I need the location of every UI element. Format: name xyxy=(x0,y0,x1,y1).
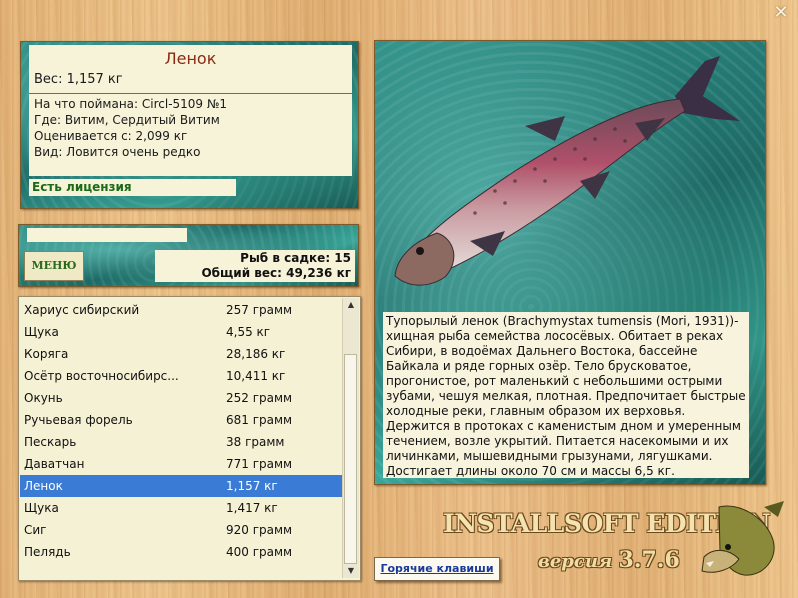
list-item-weight: 257 грамм xyxy=(226,303,293,317)
list-item-weight: 252 грамм xyxy=(226,391,293,405)
list-item-name: Пескарь xyxy=(24,435,77,449)
catch-info-card: Ленок Вес: 1,157 кг На что поймана: Circ… xyxy=(29,45,352,176)
list-item[interactable]: Коряга 28,186 кг xyxy=(20,343,342,365)
version-number: 3.7.6 xyxy=(618,547,680,573)
list-item-weight: 1,417 кг xyxy=(226,501,278,515)
fish-picture-panel: Тупорылый ленок (Brachymystax tumensis (… xyxy=(374,40,766,485)
keepnet-panel: МЕНЮ Рыб в садке: 15 Общий вес: 49,236 к… xyxy=(18,224,359,287)
list-item-weight: 38 грамм xyxy=(226,435,285,449)
catch-list[interactable]: Хариус сибирский 257 грамм Щука 4,55 кг Коря… xyxy=(18,296,361,581)
list-item[interactable]: Пелядь 400 грамм xyxy=(20,541,342,563)
list-item[interactable]: Осётр восточносибирс... 10,411 кг xyxy=(20,365,342,387)
lenok-fish-image xyxy=(394,56,740,286)
list-item[interactable]: Хариус сибирский 257 грамм xyxy=(20,299,342,321)
list-item[interactable]: Пескарь 38 грамм xyxy=(20,431,342,453)
list-item-weight: 10,411 кг xyxy=(226,369,286,383)
total-weight: Общий вес: 49,236 кг xyxy=(201,266,351,280)
menu-button[interactable]: МЕНЮ xyxy=(24,251,84,281)
status-bar xyxy=(27,228,187,242)
arrow-up-icon[interactable]: ▲ xyxy=(343,298,359,312)
list-item-name: Коряга xyxy=(24,347,69,361)
location-info: Где: Витим, Сердитый Витим xyxy=(34,113,220,127)
list-item-weight: 681 грамм xyxy=(226,413,293,427)
scrollbar-thumb[interactable] xyxy=(344,354,357,564)
list-item-weight: 1,157 кг xyxy=(226,479,278,493)
rarity-info: Вид: Ловится очень редко xyxy=(34,145,201,159)
list-item-name: Ленок xyxy=(24,479,63,493)
list-item[interactable]: Ручьевая форель 681 грамм xyxy=(20,409,342,431)
list-scrollbar[interactable]: ▲ ▼ xyxy=(342,298,359,578)
list-item[interactable]: Даватчан 771 грамм xyxy=(20,453,342,475)
list-item-weight: 28,186 кг xyxy=(226,347,286,361)
list-item[interactable]: Ленок 1,157 кг xyxy=(20,475,342,497)
list-item-name: Окунь xyxy=(24,391,63,405)
list-item[interactable]: Сиг 920 грамм xyxy=(20,519,342,541)
keepnet-stats: Рыб в садке: 15 Общий вес: 49,236 кг xyxy=(155,250,355,282)
list-item-name: Хариус сибирский xyxy=(24,303,140,317)
arrow-down-icon[interactable]: ▼ xyxy=(343,564,359,578)
list-item[interactable]: Щука 4,55 кг xyxy=(20,321,342,343)
list-item-name: Даватчан xyxy=(24,457,85,471)
list-item-name: Осётр восточносибирс... xyxy=(24,369,179,383)
hotkeys-button[interactable]: Горячие клавиши xyxy=(374,557,500,581)
fish-weight: Вес: 1,157 кг xyxy=(34,72,123,87)
fish-count: Рыб в садке: 15 xyxy=(240,251,351,265)
fish-name-title: Ленок xyxy=(164,49,217,68)
license-status: Есть лицензия xyxy=(29,179,236,196)
version-label: версия 3.7.6 xyxy=(538,547,680,573)
list-item-name: Щука xyxy=(24,501,59,515)
list-item-weight: 771 грамм xyxy=(226,457,293,471)
close-icon[interactable]: ✕ xyxy=(772,4,790,22)
list-item[interactable]: Окунь 252 грамм xyxy=(20,387,342,409)
catch-list-rows: Хариус сибирский 257 грамм Щука 4,55 кг Коря… xyxy=(20,299,342,563)
fish-description: Тупорылый ленок (Brachymystax tumensis (… xyxy=(383,312,749,478)
catch-info-panel: Ленок Вес: 1,157 кг На что поймана: Circ… xyxy=(20,41,359,209)
list-item[interactable]: Щука 1,417 кг xyxy=(20,497,342,519)
version-word: версия xyxy=(538,551,613,572)
list-item-name: Ручьевая форель xyxy=(24,413,133,427)
list-item-name: Щука xyxy=(24,325,59,339)
list-item-name: Пелядь xyxy=(24,545,71,559)
valuation-info: Оценивается с: 2,099 кг xyxy=(34,129,188,143)
list-item-name: Сиг xyxy=(24,523,47,537)
list-item-weight: 920 грамм xyxy=(226,523,293,537)
divider xyxy=(29,93,352,94)
bait-info: На что поймана: Circl-5109 №1 xyxy=(34,97,227,111)
pike-fish-icon xyxy=(701,501,784,576)
list-item-weight: 400 грамм xyxy=(226,545,293,559)
list-item-weight: 4,55 кг xyxy=(226,325,271,339)
